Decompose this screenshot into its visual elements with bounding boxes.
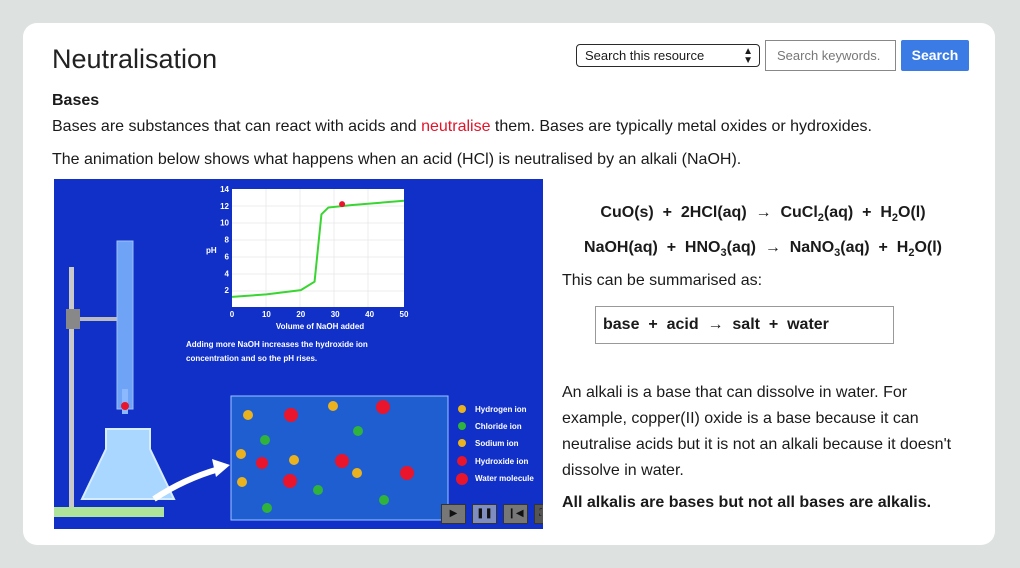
- alkali-paragraph: An alkali is a base that can dissolve in…: [562, 384, 952, 479]
- fullscreen-button[interactable]: ⛶: [534, 504, 543, 524]
- legend-chloride-ion: Chloride ion: [475, 422, 522, 431]
- y-tick-label: 2: [225, 286, 230, 295]
- legend-sodium-ion: Sodium ion: [475, 439, 519, 448]
- neutralisation-animation[interactable]: 14 12 10 8 6 4 2 0 10 20 30 40 50 pH Volume of NaOH…: [54, 179, 543, 529]
- search-button[interactable]: Search: [901, 40, 969, 71]
- y-tick-label: 8: [225, 236, 230, 245]
- search-input[interactable]: Search keywords.: [765, 40, 896, 71]
- x-tick-label: 50: [400, 310, 409, 319]
- bench-base: [54, 507, 164, 517]
- summary-intro: This can be summarised as:: [562, 272, 763, 289]
- summary-equation-box: base + acid → salt + water: [595, 306, 894, 344]
- section-heading: Bases: [52, 92, 100, 109]
- y-tick-label: 14: [220, 185, 229, 194]
- legend-water-molecule: Water molecule: [475, 474, 534, 483]
- x-tick-label: 20: [296, 310, 305, 319]
- equations-block: CuO(s) + 2HCl(aq) → CuCl2(aq) + H2O(l) N…: [553, 198, 973, 268]
- x-tick-label: 30: [331, 310, 340, 319]
- play-button[interactable]: ▶: [441, 504, 466, 524]
- search-scope-label: Search this resource: [585, 48, 705, 63]
- burette-tap: [121, 402, 129, 410]
- x-tick-label: 40: [365, 310, 374, 319]
- animation-canvas: 14 12 10 8 6 4 2 0 10 20 30 40 50 pH Volume of NaOH…: [54, 185, 534, 521]
- current-point: [339, 201, 346, 208]
- y-tick-label: 4: [225, 269, 230, 278]
- clamp: [66, 309, 80, 329]
- burette-tip: [122, 389, 128, 414]
- x-tick-label: 0: [230, 310, 235, 319]
- y-tick-label: 6: [225, 252, 230, 261]
- burette: [116, 240, 134, 410]
- y-tick-label: 12: [220, 202, 229, 211]
- caption-line-2: concentration and so the pH rises.: [186, 354, 317, 363]
- search-scope-select[interactable]: Search this resource ▲ ▼: [576, 44, 760, 67]
- page-title: Neutralisation: [52, 44, 218, 74]
- equation-1: CuO(s) + 2HCl(aq) → CuCl2(aq) + H2O(l): [600, 204, 926, 225]
- neutralise-link[interactable]: neutralise: [421, 118, 490, 135]
- y-tick-label: 10: [220, 219, 229, 228]
- retort-stand: [69, 267, 74, 507]
- content-card: Neutralisation Search this resource ▲ ▼ S…: [23, 23, 995, 545]
- final-statement: All alkalis are bases but not all bases …: [562, 494, 932, 511]
- pause-button[interactable]: ❚❚: [472, 504, 497, 524]
- legend-hydroxide-ion: Hydroxide ion: [475, 457, 528, 466]
- caption-line-1: Adding more NaOH increases the hydroxide…: [186, 340, 368, 349]
- x-axis-label: Volume of NaOH added: [276, 322, 364, 331]
- conical-flask: [80, 428, 176, 500]
- rewind-button[interactable]: ❙◀: [503, 504, 528, 524]
- y-axis-label: pH: [206, 246, 217, 255]
- legend-hydrogen-ion: Hydrogen ion: [475, 405, 527, 414]
- x-tick-label: 10: [262, 310, 271, 319]
- select-caret-icon: ▲ ▼: [743, 46, 753, 66]
- animation-intro: The animation below shows what happens w…: [52, 151, 742, 168]
- equation-2: NaOH(aq) + HNO3(aq) → NaNO3(aq) + H2O(l): [584, 239, 942, 260]
- intro-paragraph: Bases are substances that can react with…: [52, 118, 872, 135]
